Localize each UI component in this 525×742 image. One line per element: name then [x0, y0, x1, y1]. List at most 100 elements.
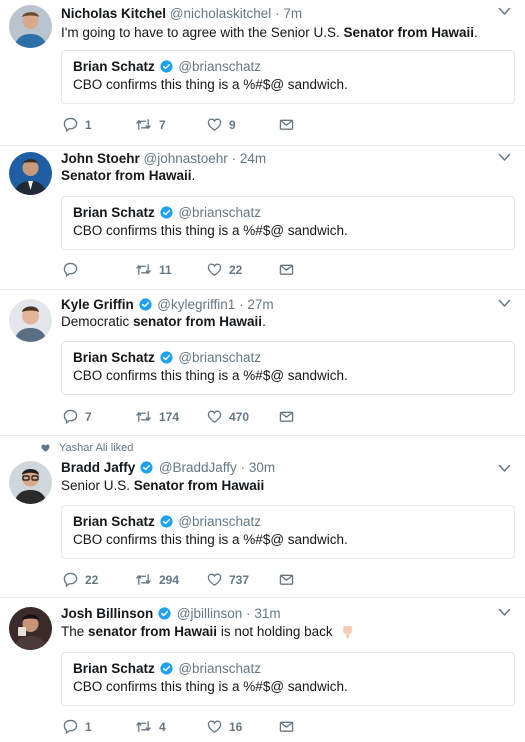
tweet-text-highlight: Senator from Hawaii	[61, 168, 192, 183]
reply-button[interactable]	[63, 262, 85, 277]
verified-badge-icon	[160, 60, 173, 73]
direct-message-button[interactable]	[279, 262, 301, 277]
quoted-tweet[interactable]: Brian Schatz @brianschatz CBO confirms t…	[61, 50, 515, 104]
quote-text: CBO confirms this thing is a %#$@ sandwi…	[73, 679, 348, 694]
like-button[interactable]: 16	[207, 719, 242, 734]
tweet[interactable]: Bradd Jaffy @BraddJaffy · 30m Senior U.S…	[0, 436, 525, 598]
timestamp[interactable]: 27m	[247, 297, 273, 312]
direct-message-icon	[279, 117, 294, 132]
reply-icon	[63, 409, 78, 424]
timestamp[interactable]: 24m	[240, 151, 266, 166]
like-icon	[207, 117, 222, 132]
author-name[interactable]: John Stoehr	[61, 151, 140, 166]
author-handle[interactable]: @BraddJaffy	[159, 460, 237, 475]
quoted-tweet[interactable]: Brian Schatz @brianschatz CBO confirms t…	[61, 652, 515, 706]
avatar[interactable]	[9, 461, 52, 504]
author-name[interactable]: Bradd Jaffy	[61, 460, 135, 475]
chevron-down-icon[interactable]	[498, 7, 511, 16]
retweet-count: 174	[159, 409, 180, 424]
retweet-icon	[135, 572, 152, 587]
timestamp[interactable]: 31m	[254, 606, 280, 621]
like-button[interactable]: 9	[207, 117, 236, 132]
reply-button[interactable]: 1	[63, 117, 92, 132]
author-handle[interactable]: @nicholaskitchel	[170, 6, 272, 21]
retweet-button[interactable]: 294	[135, 572, 179, 587]
direct-message-icon	[279, 719, 294, 734]
like-icon	[207, 572, 222, 587]
tweet-text: Senator from Hawaii.	[61, 168, 195, 183]
tweet-text-part: .	[474, 25, 478, 40]
chevron-down-icon[interactable]	[498, 608, 511, 617]
tweet-text-part: Democratic	[61, 314, 134, 329]
avatar[interactable]	[9, 299, 52, 342]
retweet-icon	[135, 262, 152, 277]
chevron-down-icon[interactable]	[498, 299, 511, 308]
avatar[interactable]	[9, 152, 52, 195]
direct-message-button[interactable]	[279, 409, 301, 424]
reply-button[interactable]: 22	[63, 572, 98, 587]
retweet-button[interactable]: 7	[135, 117, 166, 132]
like-count: 22	[229, 262, 243, 277]
tweet-text: Democratic senator from Hawaii.	[61, 314, 266, 329]
retweet-button[interactable]: 11	[135, 262, 172, 277]
reply-button[interactable]: 1	[63, 719, 92, 734]
like-button[interactable]: 737	[207, 572, 249, 587]
author-name[interactable]: Nicholas Kitchel	[61, 6, 166, 21]
like-count: 9	[229, 117, 236, 132]
tweet[interactable]: Nicholas Kitchel @nicholaskitchel · 7m I…	[0, 0, 525, 146]
timestamp[interactable]: 7m	[283, 6, 302, 21]
author-handle[interactable]: @johnastoehr	[144, 151, 228, 166]
verified-badge-icon	[160, 515, 173, 528]
chevron-down-icon[interactable]	[498, 464, 511, 473]
verified-badge-icon	[160, 662, 173, 675]
quote-author-name: Brian Schatz	[73, 514, 155, 529]
direct-message-button[interactable]	[279, 719, 301, 734]
quoted-tweet[interactable]: Brian Schatz @brianschatz CBO confirms t…	[61, 341, 515, 395]
retweet-count: 11	[159, 262, 172, 277]
quote-text: CBO confirms this thing is a %#$@ sandwi…	[73, 77, 348, 92]
retweet-icon	[135, 117, 152, 132]
author-handle[interactable]: @jbillinson	[177, 606, 242, 621]
like-button[interactable]: 22	[207, 262, 242, 277]
tweet-text-part: .	[262, 314, 266, 329]
avatar[interactable]	[9, 607, 52, 650]
separator: ·	[231, 151, 237, 166]
verified-badge-icon	[139, 298, 152, 311]
like-icon	[207, 262, 222, 277]
quoted-tweet[interactable]: Brian Schatz @brianschatz CBO confirms t…	[61, 196, 515, 250]
retweet-button[interactable]: 4	[135, 719, 166, 734]
tweet-text: The senator from Hawaii is not holding b…	[61, 624, 355, 639]
author-name[interactable]: Kyle Griffin	[61, 297, 134, 312]
retweet-button[interactable]: 174	[135, 409, 179, 424]
direct-message-button[interactable]	[279, 117, 301, 132]
like-count: 737	[229, 572, 250, 587]
direct-message-button[interactable]	[279, 572, 301, 587]
author-handle[interactable]: @kylegriffin1	[157, 297, 235, 312]
author-name[interactable]: Josh Billinson	[61, 606, 153, 621]
avatar[interactable]	[9, 5, 52, 48]
timestamp[interactable]: 30m	[249, 460, 275, 475]
reply-icon	[63, 572, 78, 587]
quote-author-name: Brian Schatz	[73, 350, 155, 365]
tweet-text-part: The	[61, 624, 89, 639]
quote-author-name: Brian Schatz	[73, 661, 155, 676]
quoted-tweet[interactable]: Brian Schatz @brianschatz CBO confirms t…	[61, 505, 515, 559]
reply-button[interactable]: 7	[63, 409, 92, 424]
tweet[interactable]: Josh Billinson @jbillinson · 31m The sen…	[0, 598, 525, 742]
like-button[interactable]: 470	[207, 409, 249, 424]
chevron-down-icon[interactable]	[498, 153, 511, 162]
pointing-down-emoji	[343, 625, 353, 639]
verified-badge-icon	[160, 206, 173, 219]
separator: ·	[275, 6, 280, 21]
direct-message-icon	[279, 409, 294, 424]
separator: ·	[246, 606, 251, 621]
tweet[interactable]: Kyle Griffin @kylegriffin1 · 27m Democra…	[0, 290, 525, 436]
tweet-text: I'm going to have to agree with the Seni…	[61, 25, 478, 40]
tweet-text-highlight: senator from Hawaii	[88, 624, 218, 639]
separator: ·	[240, 460, 246, 475]
reply-icon	[63, 117, 78, 132]
direct-message-icon	[279, 572, 294, 587]
tweet-text-highlight: Senator from Hawaii	[343, 25, 475, 40]
tweet[interactable]: John Stoehr @johnastoehr · 24m Senator f…	[0, 146, 525, 290]
retweet-count: 4	[159, 719, 166, 734]
